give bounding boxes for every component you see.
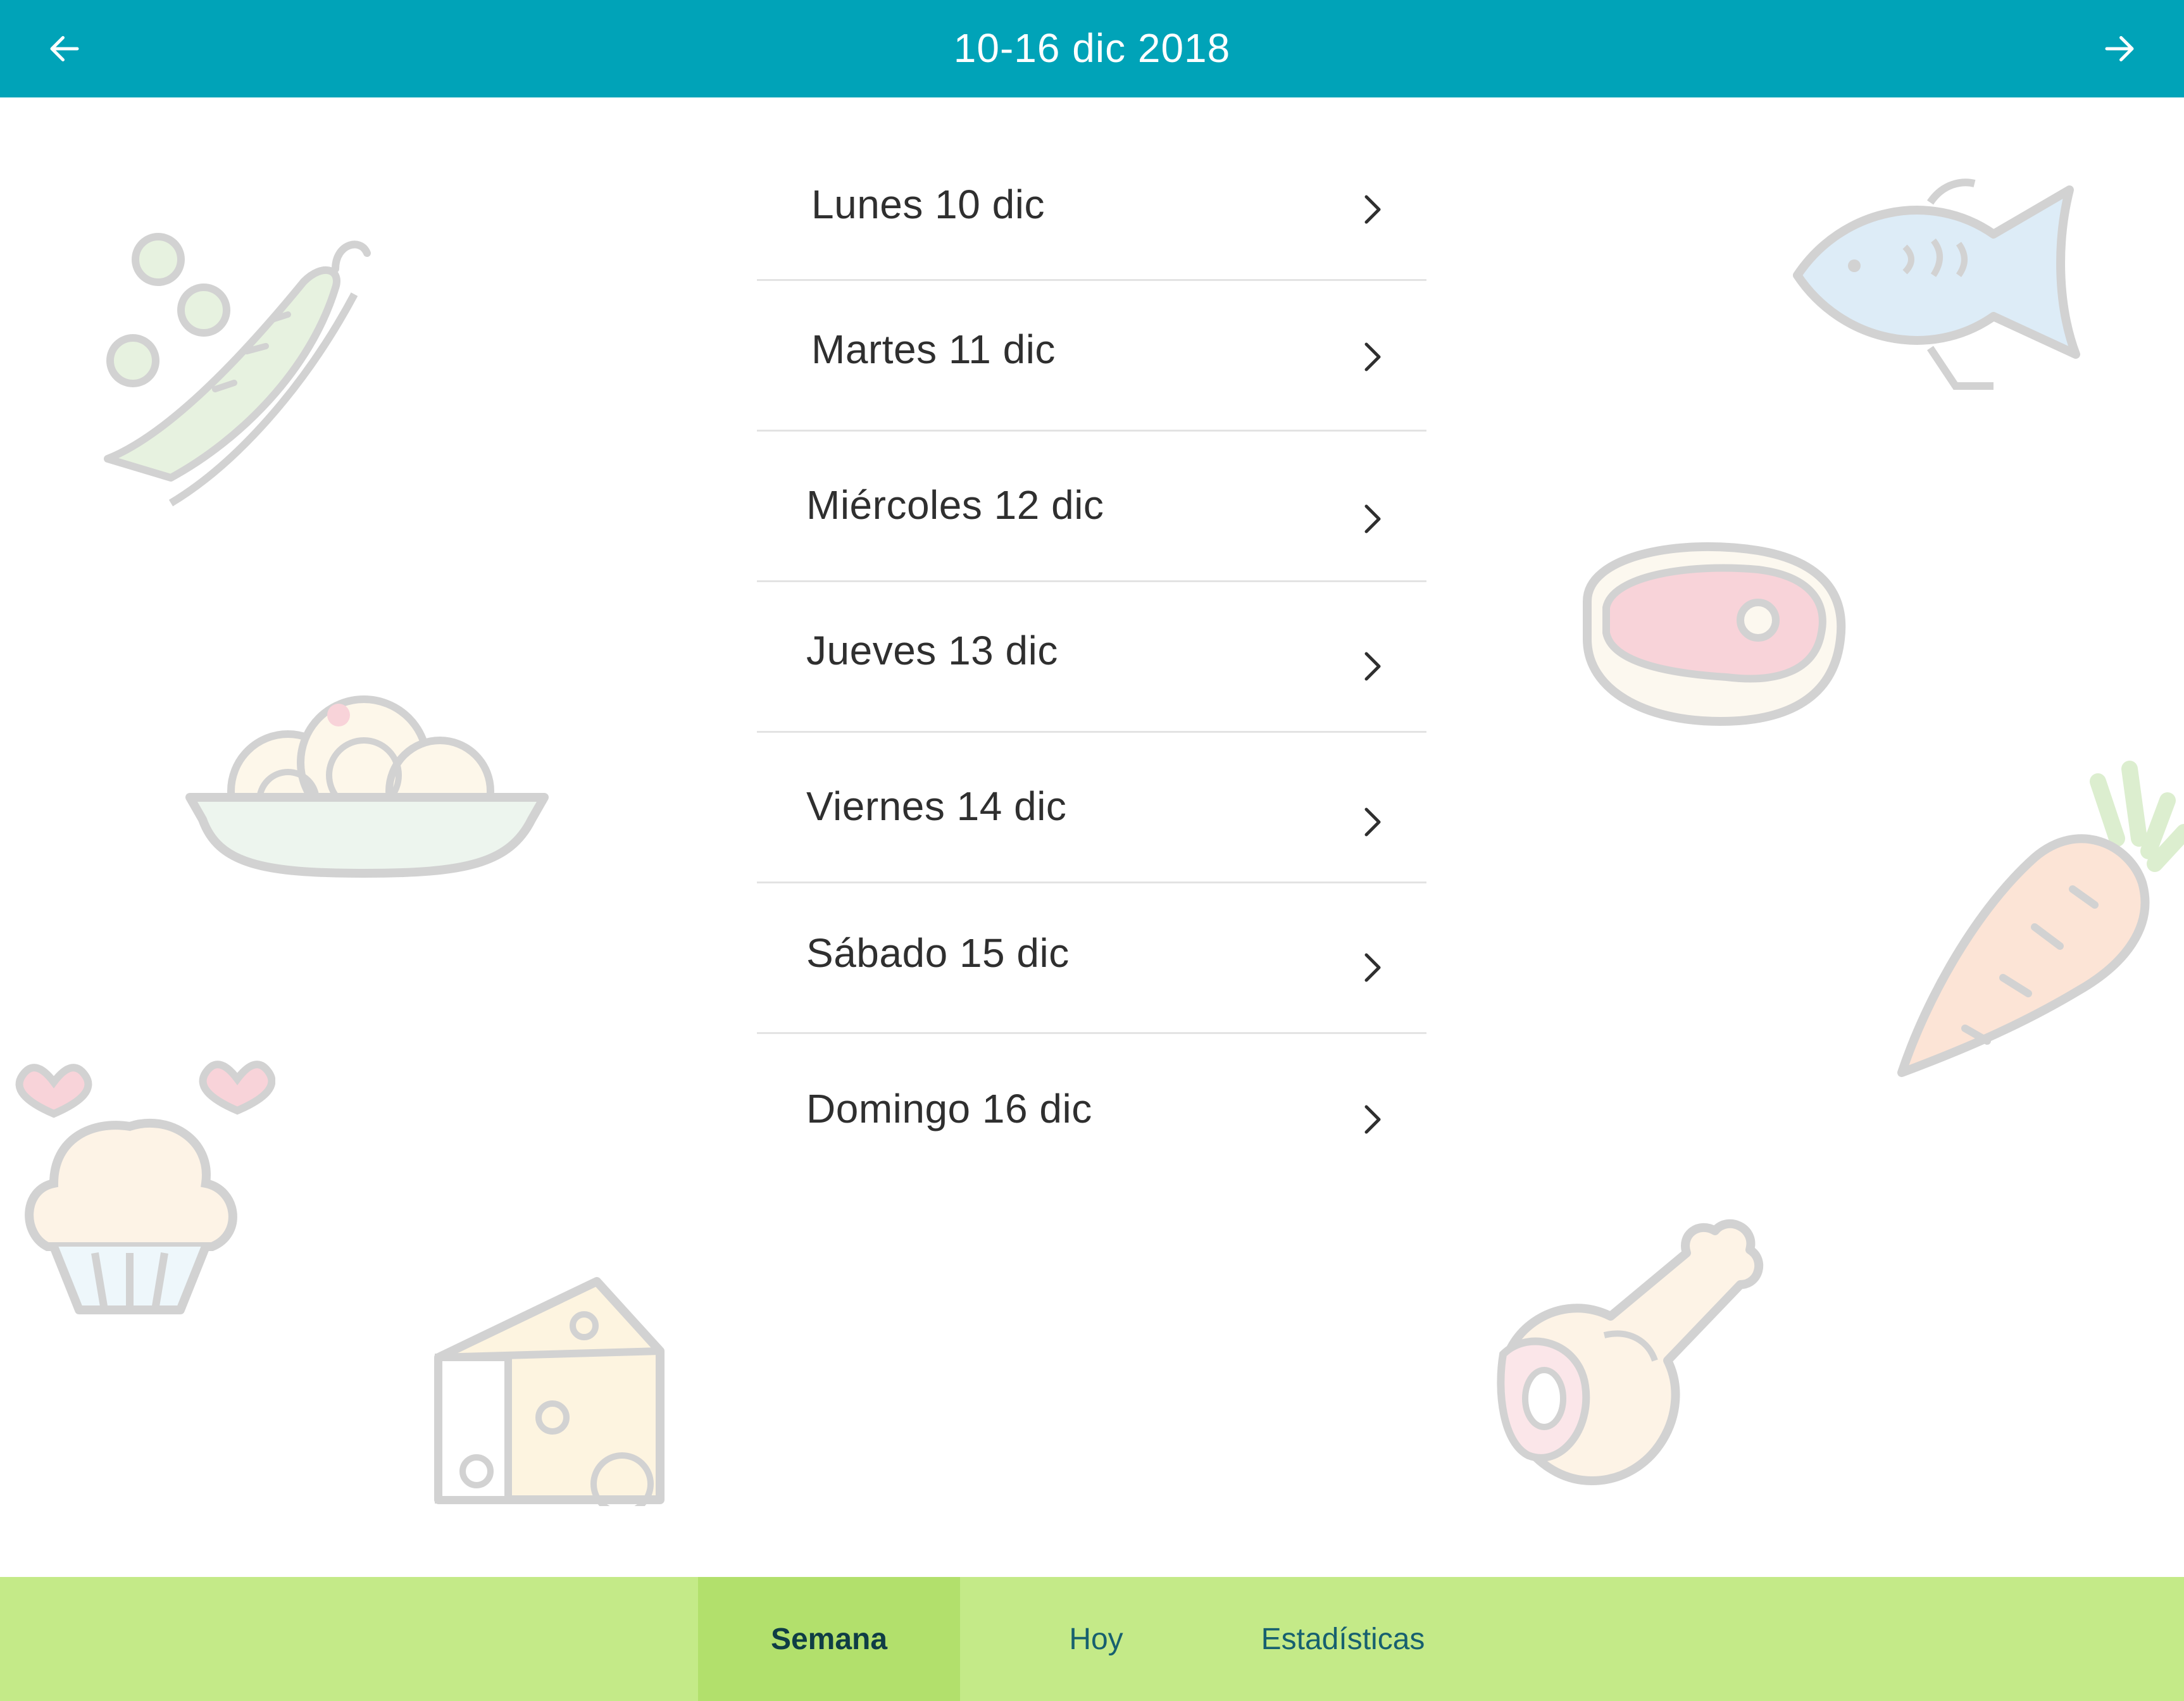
arrow-right-icon <box>2105 36 2134 61</box>
day-row-martes[interactable]: Martes 11 dic <box>757 281 1426 432</box>
peas-icon <box>104 233 371 507</box>
day-label: Sábado 15 dic <box>806 930 1070 976</box>
day-label: Lunes 10 dic <box>811 182 1045 227</box>
tab-hoy[interactable]: Hoy <box>960 1577 1232 1701</box>
chicken-leg-icon <box>1497 1219 1764 1485</box>
day-label: Viernes 14 dic <box>806 783 1067 829</box>
chevron-right-icon <box>1364 807 1381 837</box>
day-label: Domingo 16 dic <box>806 1086 1092 1131</box>
day-row-miercoles[interactable]: Miércoles 12 dic <box>757 432 1426 582</box>
chevron-right-icon <box>1364 953 1381 982</box>
day-row-jueves[interactable]: Jueves 13 dic <box>757 582 1426 733</box>
next-week-button[interactable] <box>2088 17 2151 80</box>
cheese-icon <box>434 1277 665 1506</box>
chevron-right-icon <box>1364 504 1381 533</box>
day-row-viernes[interactable]: Viernes 14 dic <box>757 733 1426 883</box>
cupcake-icon <box>15 1061 275 1314</box>
day-list: Lunes 10 dic Martes 11 dic Miércoles 12 … <box>757 130 1426 1161</box>
carrot-icon <box>1897 761 2184 1077</box>
chevron-right-icon <box>1364 342 1381 371</box>
day-row-lunes[interactable]: Lunes 10 dic <box>757 130 1426 281</box>
pasta-bowl-icon <box>185 695 549 878</box>
week-title: 10-16 dic 2018 <box>953 25 1231 71</box>
chevron-right-icon <box>1364 652 1381 681</box>
day-label: Jueves 13 dic <box>806 628 1058 673</box>
steak-icon <box>1583 542 1846 726</box>
day-label: Miércoles 12 dic <box>806 482 1104 528</box>
chevron-right-icon <box>1364 195 1381 224</box>
chevron-right-icon <box>1364 1105 1381 1134</box>
tab-semana[interactable]: Semana <box>698 1577 960 1701</box>
day-label: Martes 11 dic <box>811 327 1056 372</box>
app-bar: 10-16 dic 2018 <box>0 0 2184 97</box>
bottom-navigation: Semana Hoy Estadísticas <box>0 1577 2184 1701</box>
tab-estadisticas[interactable]: Estadísticas <box>1232 1577 1454 1701</box>
fish-icon <box>1793 178 2080 390</box>
day-row-domingo[interactable]: Domingo 16 dic <box>757 1034 1426 1161</box>
day-row-sabado[interactable]: Sábado 15 dic <box>757 883 1426 1034</box>
